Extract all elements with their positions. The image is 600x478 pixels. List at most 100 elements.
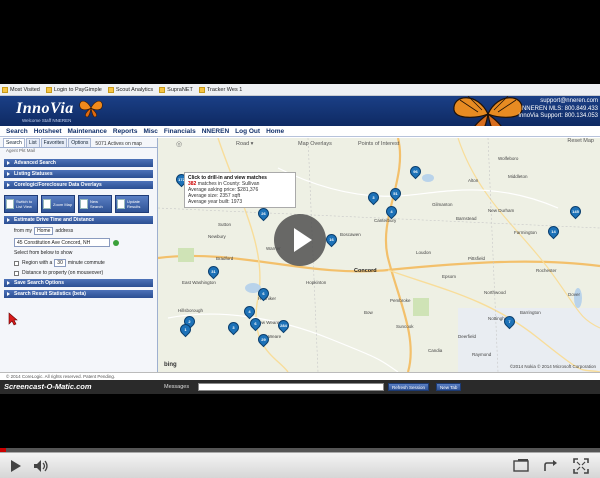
town-label: Suncook (396, 324, 414, 329)
town-label: Bow (364, 310, 373, 315)
listings-map[interactable]: ◎ Road ▾ Map Overlays Points of Interest… (158, 138, 600, 372)
region-checkbox[interactable] (14, 260, 19, 266)
new-tab-button[interactable]: New Tab (436, 383, 462, 391)
new-search-icon (80, 199, 88, 209)
address-label: address (55, 228, 74, 234)
bookmark-scout-analytics[interactable]: Scout Analytics (107, 86, 153, 93)
nav-logout[interactable]: Log Out (235, 128, 260, 135)
town-label: Barrington (520, 310, 541, 315)
volume-icon[interactable] (32, 457, 50, 475)
screencast-watermark: Screencast-O-Matic.com (4, 382, 92, 391)
tab-list[interactable]: List (25, 138, 40, 147)
town-label: Pittsfield (468, 256, 486, 261)
folder-icon (107, 86, 114, 93)
distance-checkbox[interactable] (14, 270, 19, 276)
map-toolbar: ◎ Road ▾ Map Overlays Points of Interest… (158, 138, 600, 150)
drive-time-form: from my Home address 45 Constitution Ave… (14, 227, 153, 276)
zoom-icon (43, 199, 51, 209)
support-contact: support@nneren.com NNEREN MLS: 800.849.4… (518, 98, 598, 121)
section-advanced-search[interactable]: Advanced Search (4, 159, 153, 167)
action-buttons: Switch to List View Zoom Map New Search … (4, 195, 157, 213)
play-icon[interactable] (6, 457, 24, 475)
bookmarks-bar: Most Visited Login to PayGimple Scout An… (0, 84, 600, 96)
select-label: Select from below to show (14, 250, 73, 256)
new-search-button[interactable]: New Search (78, 195, 112, 213)
support-email-link[interactable]: support@nneren.com (518, 98, 598, 106)
nav-financials[interactable]: Financials (164, 128, 196, 135)
butterfly-banner-icon (453, 96, 523, 126)
tooltip-year: Average year built: 1973 (188, 199, 243, 205)
reset-map-button[interactable]: Reset Map (567, 138, 594, 144)
map-copyright: ©2014 Nokia © 2014 Microsoft Corporation (509, 364, 596, 369)
town-label: Middleton (508, 174, 528, 179)
folder-icon (45, 86, 52, 93)
folder-icon (159, 86, 166, 93)
folder-icon (198, 86, 205, 93)
town-label: Deerfield (458, 334, 477, 339)
town-label: East Washington (182, 280, 216, 285)
map-type-select[interactable]: Road ▾ (236, 141, 253, 147)
refresh-session-button[interactable]: Refresh Session (388, 383, 430, 391)
town-label: Newbury (208, 234, 226, 239)
pip-icon[interactable] (512, 457, 530, 475)
butterfly-logo-icon (79, 100, 103, 118)
bookmark-supranet[interactable]: SupraNET (159, 86, 193, 93)
search-panel: Search List Favorites Options 5071 Activ… (0, 138, 158, 372)
nav-search[interactable]: Search (6, 128, 28, 135)
actives-count: 5071 Actives on map (95, 141, 142, 147)
video-stage: Most Visited Login to PayGimple Scout An… (0, 0, 600, 478)
tab-options[interactable]: Options (68, 138, 92, 147)
points-of-interest-button[interactable]: Points of Interest (358, 141, 399, 147)
update-results-button[interactable]: Update Results (115, 195, 149, 213)
video-controls (0, 452, 600, 478)
footer-copyright: © 2014 CoreLogic. All rights reserved. P… (0, 372, 600, 380)
nav-reports[interactable]: Reports (113, 128, 138, 135)
from-my-label: from my (14, 228, 33, 234)
address-input[interactable]: 45 Constitution Ave Concord, NH (14, 238, 110, 247)
switch-list-view-button[interactable]: Switch to List View (4, 195, 38, 213)
town-label: Epsom (442, 274, 457, 279)
bookmark-tracker[interactable]: Tracker Wes 1 (198, 86, 242, 93)
nav-maintenance[interactable]: Maintenance (68, 128, 107, 135)
commute-minutes-select[interactable]: 30 (54, 259, 66, 267)
section-result-statistics[interactable]: Search Result Statistics (beta) (4, 290, 153, 298)
nav-nneren[interactable]: NNEREN (202, 128, 229, 135)
town-label: Concord (354, 268, 377, 274)
nav-misc[interactable]: Misc (143, 128, 157, 135)
map-nav-icon[interactable]: ◎ (176, 140, 182, 148)
search-tabs: Search List Favorites Options 5071 Activ… (0, 138, 157, 148)
town-label: Northwood (484, 290, 506, 295)
town-label: Hopkinton (306, 280, 327, 285)
section-foreclosure-overlays[interactable]: Corelogic/Foreclosure Data Overlays (4, 181, 153, 189)
tab-favorites[interactable]: Favorites (40, 138, 68, 147)
messages-bar: Screencast-O-Matic.com Messages Refresh … (0, 380, 600, 394)
play-overlay-button[interactable] (274, 214, 326, 266)
innovia-logo: InnoVia (16, 100, 74, 117)
from-location-select[interactable]: Home (34, 227, 54, 235)
town-label: Bradford (216, 256, 234, 261)
main-nav: Search Hotsheet Maintenance Reports Misc… (0, 126, 600, 137)
section-drive-time[interactable]: Estimate Drive Time and Distance (4, 216, 153, 224)
town-label: Alton (468, 178, 479, 183)
app-header: InnoVia Welcome Staff NNEREN support@nne… (0, 96, 600, 126)
town-label: Hillsborough (178, 308, 204, 313)
refresh-icon (117, 199, 125, 209)
town-label: Dover (568, 292, 581, 297)
town-label: Sutton (218, 222, 232, 227)
messages-input[interactable] (198, 383, 384, 391)
folder-icon (2, 86, 8, 93)
tab-search[interactable]: Search (3, 138, 25, 147)
bookmark-paygimple[interactable]: Login to PayGimple (45, 86, 102, 93)
section-save-search[interactable]: Save Search Options (4, 279, 153, 287)
fullscreen-icon[interactable] (572, 457, 590, 475)
section-listing-statuses[interactable]: Listing Statuses (4, 170, 153, 178)
nav-home[interactable]: Home (266, 128, 284, 135)
zoom-map-button[interactable]: Zoom Map (41, 195, 75, 213)
share-icon[interactable] (542, 457, 560, 475)
map-overlays-button[interactable]: Map Overlays (298, 141, 332, 147)
bookmark-most-visited[interactable]: Most Visited (2, 86, 40, 93)
mouse-cursor-icon (8, 312, 18, 326)
nav-hotsheet[interactable]: Hotsheet (34, 128, 62, 135)
county-tooltip[interactable]: Click to drill-in and view matches 382 m… (184, 172, 296, 208)
mls-phone: NNEREN MLS: 800.849.433 (521, 105, 598, 112)
